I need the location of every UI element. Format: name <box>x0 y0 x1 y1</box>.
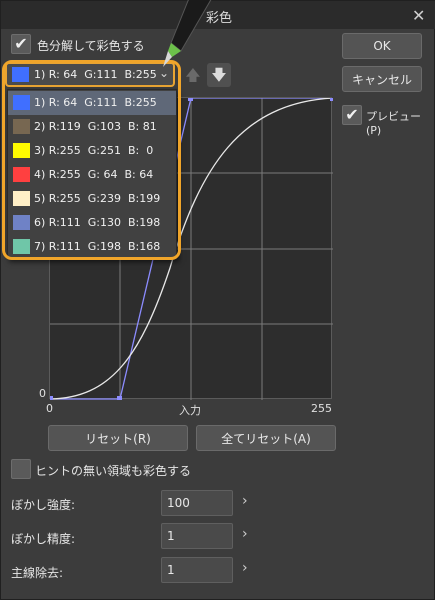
control-point <box>188 98 193 101</box>
dropdown-item[interactable]: 7) R:111 G:198 B:168 <box>8 235 176 259</box>
no-hint-label: ヒントの無い領域も彩色する <box>35 464 192 478</box>
dropdown-item[interactable]: 5) R:255 G:239 B:199 <box>8 187 176 211</box>
blur-precision-input[interactable]: 1 <box>161 523 233 549</box>
chevron-right-icon[interactable]: › <box>242 493 248 509</box>
x-axis-label: 入力 <box>179 404 201 417</box>
color-swatch <box>13 119 30 134</box>
dropdown-item-label: 5) R:255 G:239 B:199 <box>34 192 161 205</box>
color-swatch <box>13 191 30 206</box>
chevron-right-icon[interactable]: › <box>242 526 248 542</box>
color-swatch <box>13 143 30 158</box>
x-min-label: 0 <box>46 402 53 415</box>
decompose-checkbox[interactable] <box>11 34 31 54</box>
color-dropdown-list: 1) R: 64 G:111 B:255 2) R:119 G:103 B: 8… <box>7 89 177 259</box>
ok-button[interactable]: OK <box>342 33 422 59</box>
color-swatch <box>13 239 30 254</box>
preview-checkbox[interactable] <box>342 105 362 125</box>
blur-strength-label: ぼかし強度: <box>11 498 76 512</box>
x-max-label: 255 <box>311 402 332 415</box>
dropdown-item[interactable]: 1) R: 64 G:111 B:255 <box>8 91 176 115</box>
dropdown-item-label: 4) R:255 G: 64 B: 64 <box>34 168 154 181</box>
control-point <box>330 98 333 101</box>
no-hint-checkbox[interactable] <box>11 459 31 479</box>
color-swatch <box>13 167 30 182</box>
dropdown-item-label: 1) R: 64 G:111 B:255 <box>34 96 157 109</box>
color-swatch <box>13 215 30 230</box>
preview-label: プレビュー(P) <box>366 110 421 137</box>
cancel-button[interactable]: キャンセル <box>342 66 422 92</box>
dropdown-item[interactable]: 3) R:255 G:251 B: 0 <box>8 139 176 163</box>
dropdown-item-label: 7) R:111 G:198 B:168 <box>34 240 161 253</box>
y-min-label: 0 <box>39 387 46 400</box>
control-point <box>117 396 122 400</box>
dropdown-item[interactable]: 4) R:255 G: 64 B: 64 <box>8 163 176 187</box>
decompose-label: 色分解して彩色する <box>37 39 145 53</box>
line-removal-input[interactable]: 1 <box>161 557 233 583</box>
stylus-pen-icon <box>163 0 212 67</box>
line-removal-label: 主線除去: <box>11 566 64 580</box>
dropdown-item-label: 3) R:255 G:251 B: 0 <box>34 144 154 157</box>
selected-color-swatch <box>12 67 29 82</box>
chevron-right-icon[interactable]: › <box>242 560 248 576</box>
coloring-dialog: 彩色 ✕ 色分解して彩色する 1) R: 64 G:111 B:255 ⌄ 🡅 … <box>0 0 435 600</box>
dropdown-item[interactable]: 2) R:119 G:103 B: 81 <box>8 115 176 139</box>
dropdown-item-label: 6) R:111 G:130 B:198 <box>34 216 161 229</box>
close-icon[interactable]: ✕ <box>412 6 425 25</box>
blur-precision-label: ぼかし精度: <box>11 532 76 546</box>
selected-color-label: 1) R: 64 G:111 B:255 <box>34 68 157 81</box>
reset-button[interactable]: リセット(R) <box>48 425 188 451</box>
color-swatch <box>13 95 30 110</box>
blur-strength-input[interactable]: 100 <box>161 490 233 516</box>
control-point <box>50 396 53 400</box>
dropdown-item-label: 2) R:119 G:103 B: 81 <box>34 120 157 133</box>
reset-all-button[interactable]: 全てリセット(A) <box>196 425 336 451</box>
dropdown-item[interactable]: 6) R:111 G:130 B:198 <box>8 211 176 235</box>
